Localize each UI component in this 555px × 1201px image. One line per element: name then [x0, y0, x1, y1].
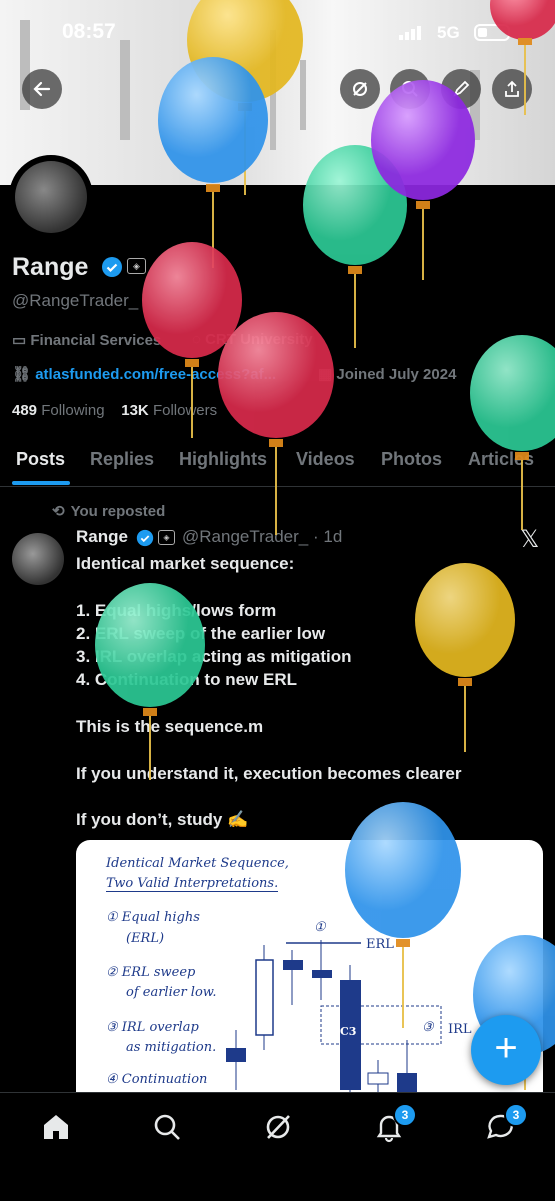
- bottom-nav: 3 3: [0, 1092, 555, 1201]
- profile-tabs: Posts Replies Highlights Videos Photos A…: [0, 440, 555, 487]
- active-tab-indicator: [12, 481, 70, 485]
- tab-highlights[interactable]: Highlights: [179, 449, 267, 470]
- location-pin-icon: ◌: [192, 331, 201, 348]
- profile-category: ▭ Financial Services: [12, 332, 162, 349]
- post-avatar[interactable]: [12, 533, 64, 585]
- post-verified-icon: [136, 529, 154, 547]
- balloon-green-right: [470, 335, 555, 530]
- briefcase-icon: ▭: [12, 332, 27, 349]
- network-label: 5G: [437, 23, 460, 42]
- grok-nav-icon[interactable]: [262, 1111, 294, 1143]
- back-button[interactable]: [22, 69, 62, 109]
- search-nav-icon[interactable]: [151, 1111, 183, 1143]
- battery-icon: [474, 24, 510, 41]
- affiliate-badge-icon[interactable]: ◈: [127, 258, 146, 274]
- followers-link[interactable]: 13K Followers: [121, 402, 217, 419]
- search-icon: [402, 81, 418, 97]
- tab-photos[interactable]: Photos: [381, 449, 442, 470]
- repost-indicator: ⟲ You reposted: [52, 503, 166, 520]
- post-text: Identical market sequence: 1. Equal high…: [76, 554, 462, 830]
- repost-icon: ⟲: [52, 503, 65, 520]
- profile-name: Range: [12, 253, 89, 281]
- tab-articles[interactable]: Articles: [468, 449, 534, 470]
- compose-button[interactable]: +: [471, 1015, 541, 1085]
- verified-badge-icon[interactable]: [101, 256, 123, 278]
- messages-badge: 3: [504, 1103, 528, 1127]
- grok-icon: [353, 82, 367, 96]
- image-irl-label: IRL: [448, 1022, 472, 1037]
- edit-icon: [453, 80, 470, 97]
- plus-icon: +: [494, 1026, 518, 1070]
- profile-handle: @RangeTrader_: [12, 291, 139, 310]
- image-erl-label: ERL: [366, 937, 394, 952]
- notifications-badge: 3: [393, 1103, 417, 1127]
- search-button[interactable]: [390, 69, 430, 109]
- candlestick-sketch: [226, 940, 442, 1100]
- home-icon[interactable]: [40, 1111, 72, 1143]
- post-image[interactable]: Identical Market Sequence, Two Valid Int…: [76, 840, 543, 1110]
- tab-videos[interactable]: Videos: [296, 449, 355, 470]
- status-bar: 08:57 5G: [0, 0, 555, 64]
- profile-location: ◌ CRT University: [192, 331, 313, 348]
- image-marker1: ①: [314, 920, 326, 935]
- grok-button[interactable]: [340, 69, 380, 109]
- share-icon: [505, 80, 519, 97]
- x-logo-icon: 𝕏: [520, 526, 540, 553]
- following-link[interactable]: 489 Following: [12, 402, 105, 419]
- status-time: 08:57: [62, 20, 116, 43]
- image-c3-label: C3: [340, 1025, 357, 1038]
- profile-avatar[interactable]: [9, 155, 93, 239]
- edit-button[interactable]: [441, 69, 481, 109]
- post-author-handle[interactable]: @RangeTrader_ · 1d: [182, 527, 342, 547]
- profile-joined: ▦ Joined July 2024: [318, 366, 457, 383]
- profile-website[interactable]: ⛓ atlasfunded.com/free-access?af...: [12, 365, 276, 383]
- share-button[interactable]: [492, 69, 532, 109]
- link-icon: ⛓: [12, 366, 32, 383]
- signal-icon: [399, 26, 421, 40]
- tab-replies[interactable]: Replies: [90, 449, 154, 470]
- back-arrow-icon: [33, 81, 51, 97]
- profile-stats: 489 Following 13K Followers: [12, 402, 217, 419]
- calendar-icon: ▦: [318, 366, 333, 383]
- image-marker3: ③: [422, 1020, 434, 1035]
- post-author-name[interactable]: Range: [76, 527, 128, 547]
- tab-posts[interactable]: Posts: [16, 449, 65, 470]
- post-affiliate-icon: ◈: [158, 530, 175, 545]
